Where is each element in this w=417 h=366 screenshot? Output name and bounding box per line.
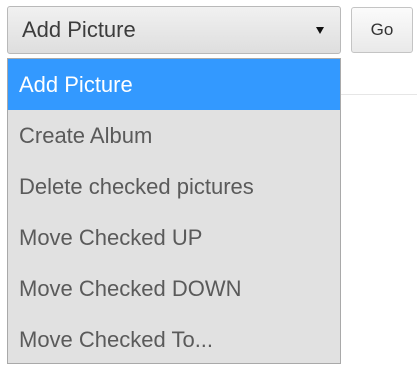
chevron-down-icon bbox=[316, 26, 324, 34]
divider bbox=[340, 94, 417, 95]
page: Add Picture Go Add Picture Create Album … bbox=[0, 0, 417, 366]
option-move-checked-down[interactable]: Move Checked DOWN bbox=[8, 263, 340, 314]
option-delete-checked-pictures[interactable]: Delete checked pictures bbox=[8, 161, 340, 212]
option-add-picture[interactable]: Add Picture bbox=[8, 59, 340, 110]
option-create-album[interactable]: Create Album bbox=[8, 110, 340, 161]
option-move-checked-up[interactable]: Move Checked UP bbox=[8, 212, 340, 263]
go-button[interactable]: Go bbox=[351, 7, 413, 53]
action-select[interactable]: Add Picture bbox=[7, 6, 341, 54]
action-dropdown-list: Add Picture Create Album Delete checked … bbox=[7, 58, 341, 364]
option-move-checked-to[interactable]: Move Checked To... bbox=[8, 314, 340, 365]
action-select-value: Add Picture bbox=[22, 17, 136, 42]
